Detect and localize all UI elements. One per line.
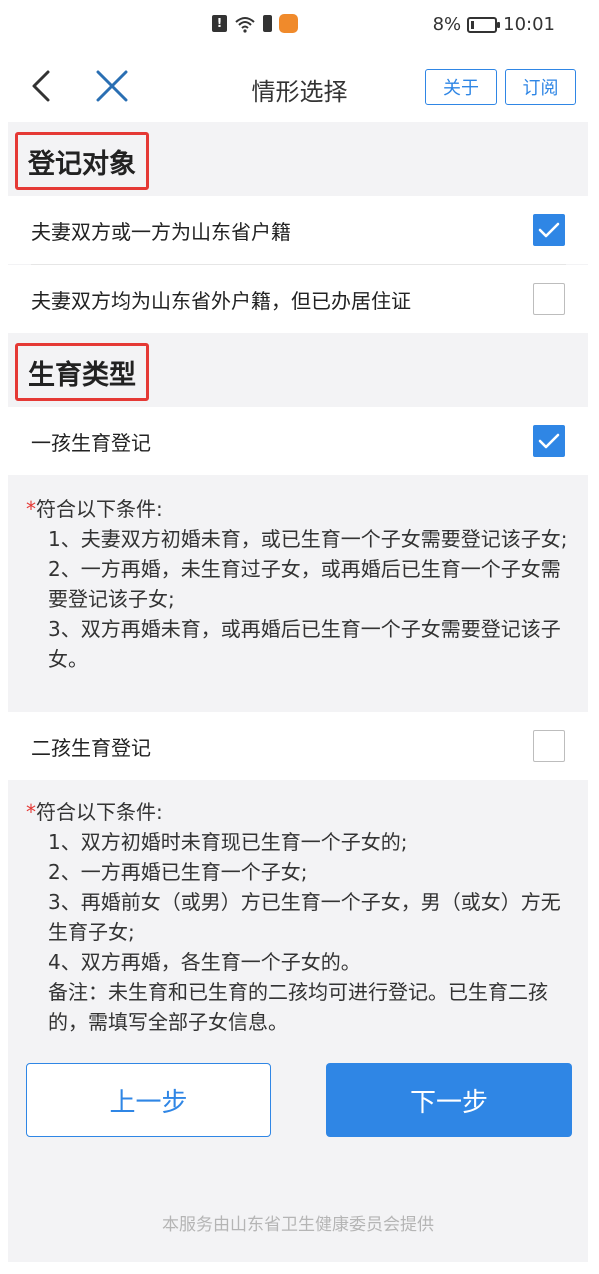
condition-note: 备注：未生育和已生育的二孩均可进行登记。已生育二孩的，需填写全部子女信息。 — [48, 980, 548, 1034]
checkbox-unchecked[interactable] — [533, 730, 565, 762]
section-registration-target: 登记对象 — [8, 122, 588, 196]
option-outside-household[interactable]: 夫妻双方均为山东省外户籍，但已办居住证 — [8, 265, 588, 333]
option-shandong-household[interactable]: 夫妻双方或一方为山东省户籍 — [8, 196, 588, 264]
battery-percent: 8% — [432, 14, 462, 35]
condition-item: 3、再婚前女（或男）方已生育一个子女，男（或女）方无生育子女; — [48, 890, 561, 944]
status-right: 8% 10:01 — [433, 14, 555, 35]
status-bar: ! 8% 10:01 — [0, 0, 599, 52]
option-second-child[interactable]: 二孩生育登记 — [8, 712, 588, 780]
content-area: 登记对象 夫妻双方或一方为山东省户籍 夫妻双方均为山东省外户籍，但已办居住证 生… — [8, 122, 588, 1262]
option-label: 一孩生育登记 — [31, 430, 151, 455]
section-title-registration-target: 登记对象 — [15, 132, 149, 190]
first-child-conditions: *符合以下条件: 1、夫妻双方初婚未育，或已生育一个子女需要登记该子女; 2、一… — [26, 494, 574, 674]
clock: 10:01 — [503, 14, 555, 35]
next-step-button[interactable]: 下一步 — [326, 1063, 572, 1137]
condition-item: 4、双方再婚，各生育一个子女的。 — [48, 950, 361, 974]
conditions-intro: 符合以下条件: — [36, 800, 163, 824]
about-button[interactable]: 关于 — [425, 69, 497, 105]
footer-text: 本服务由山东省卫生健康委员会提供 — [162, 1215, 434, 1235]
nav-bar: 情形选择 关于 订阅 — [0, 52, 599, 122]
option-first-child[interactable]: 一孩生育登记 — [8, 407, 588, 475]
required-star: * — [26, 497, 36, 521]
condition-item: 2、一方再婚已生育一个子女; — [48, 860, 308, 884]
section-birth-type: 生育类型 — [8, 333, 588, 407]
condition-item: 3、双方再婚未育，或再婚后已生育一个子女需要登记该子女。 — [48, 617, 561, 671]
prev-step-button[interactable]: 上一步 — [26, 1063, 271, 1137]
option-label: 夫妻双方均为山东省外户籍，但已办居住证 — [31, 288, 411, 313]
status-icons: ! — [212, 14, 298, 33]
wifi-icon — [235, 16, 255, 33]
checkbox-unchecked[interactable] — [533, 283, 565, 315]
conditions-intro: 符合以下条件: — [36, 497, 163, 521]
checkbox-checked[interactable] — [533, 214, 565, 246]
section-title-birth-type: 生育类型 — [15, 343, 149, 401]
condition-item: 1、夫妻双方初婚未育，或已生育一个子女需要登记该子女; — [48, 527, 568, 551]
second-child-conditions: *符合以下条件: 1、双方初婚时未育现已生育一个子女的; 2、一方再婚已生育一个… — [26, 797, 574, 1037]
option-label: 夫妻双方或一方为山东省户籍 — [31, 219, 291, 244]
checkbox-checked[interactable] — [533, 425, 565, 457]
condition-item: 2、一方再婚，未生育过子女，或再婚后已生育一个子女需要登记该子女; — [48, 557, 561, 611]
battery-icon — [467, 16, 501, 33]
check-icon — [538, 433, 560, 449]
check-icon — [538, 222, 560, 238]
app-notification-icon — [279, 14, 298, 33]
battery-small-icon — [263, 15, 272, 32]
condition-item: 1、双方初婚时未育现已生育一个子女的; — [48, 830, 408, 854]
alert-icon: ! — [212, 15, 227, 32]
subscribe-button[interactable]: 订阅 — [505, 69, 576, 105]
required-star: * — [26, 800, 36, 824]
option-label: 二孩生育登记 — [31, 735, 151, 760]
